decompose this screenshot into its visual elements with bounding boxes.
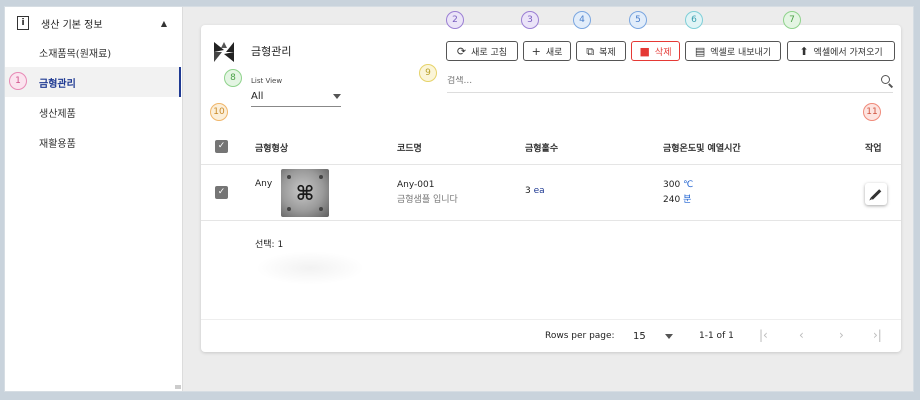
new-button-label: 새로 — [545, 47, 563, 58]
sidebar-section-header[interactable]: i 생산 기본 정보 ▲ — [17, 13, 167, 33]
sidebar: i 생산 기본 정보 ▲ 소재품목(원재료) 금형관리 생산제품 재활용품 — [5, 7, 183, 391]
pagination-range: 1-1 of 1 — [699, 331, 734, 341]
search-input[interactable] — [447, 75, 847, 86]
column-header-shape[interactable]: 금형형상 — [255, 141, 288, 154]
new-button[interactable]: + 새로 — [523, 41, 571, 61]
upload-icon: ⬆ — [799, 44, 809, 58]
row-holes: 3 ea — [525, 186, 545, 196]
annotation-badge-10: 10 — [210, 103, 228, 121]
search-bar — [447, 69, 893, 93]
sidebar-scrollbar[interactable] — [175, 385, 181, 389]
sidebar-section-title: 생산 기본 정보 — [41, 19, 103, 31]
selection-shadow — [255, 251, 365, 285]
column-header-code[interactable]: 코드명 — [397, 141, 422, 154]
sidebar-item-molds[interactable]: 금형관리 — [5, 67, 181, 97]
annotation-badge-7: 7 — [783, 11, 801, 29]
column-header-temperature[interactable]: 금형온도및 예열시간 — [663, 141, 741, 154]
row-description: 금형샘플 입니다 — [397, 195, 458, 205]
select-all-checkbox[interactable]: ✓ — [215, 140, 228, 153]
pencil-icon — [870, 188, 882, 200]
annotation-badge-4: 4 — [573, 11, 591, 29]
selection-count: 선택: 1 — [255, 240, 284, 250]
column-header-holes[interactable]: 금형홀수 — [525, 141, 558, 154]
dropdown-arrow-icon — [665, 333, 673, 339]
previous-page-icon[interactable]: ‹ — [799, 329, 804, 341]
row-temperature: 300 ℃ — [663, 180, 693, 190]
page-title: 금형관리 — [251, 45, 292, 58]
refresh-icon: ⟳ — [456, 44, 467, 58]
excel-file-icon: ▤ — [694, 44, 706, 58]
row-preheat: 240 분 — [663, 192, 691, 205]
copy-button[interactable]: ⧉ 복제 — [576, 41, 626, 61]
edit-button[interactable] — [865, 183, 887, 205]
export-excel-button[interactable]: ▤ 엑셀로 내보내기 — [685, 41, 781, 61]
info-icon: i — [17, 16, 29, 30]
copy-icon: ⧉ — [586, 44, 595, 58]
row-code: Any-001 — [397, 180, 435, 190]
refresh-button[interactable]: ⟳ 새로 고침 — [446, 41, 518, 61]
pagination: Rows per page: 15 1-1 of 1 |‹ ‹ › ›| — [201, 319, 901, 352]
annotation-badge-1: 1 — [9, 72, 27, 90]
copy-button-label: 복제 — [599, 47, 616, 58]
annotation-badge-6: 6 — [685, 11, 703, 29]
delete-button-label: 삭제 — [654, 47, 672, 58]
first-page-icon[interactable]: |‹ — [759, 329, 768, 341]
temperature-unit: ℃ — [683, 180, 694, 190]
row-shape-text: Any — [255, 179, 273, 189]
next-page-icon[interactable]: › — [839, 329, 844, 341]
annotation-badge-8: 8 — [224, 69, 242, 87]
temperature-value: 300 — [663, 180, 681, 190]
table-header: ✓ 금형형상 코드명 금형홀수 금형온도및 예열시간 작업 — [201, 129, 901, 165]
search-icon[interactable] — [881, 74, 893, 87]
plus-icon: + — [531, 44, 541, 58]
refresh-button-label: 새로 고침 — [471, 47, 508, 58]
dropdown-arrow-icon — [333, 94, 341, 99]
app-logo-icon — [214, 42, 234, 62]
caret-up-icon[interactable]: ▲ — [161, 19, 167, 28]
mold-image: ⌘ — [281, 169, 329, 217]
list-view-label: List View — [251, 77, 283, 85]
annotation-badge-11: 11 — [863, 103, 881, 121]
list-view-value: All — [251, 91, 264, 102]
import-button-label: 엑셀에서 가져오기 — [813, 47, 883, 58]
holes-value: 3 — [525, 186, 531, 196]
holes-unit: ea — [533, 186, 545, 196]
column-header-actions: 작업 — [865, 144, 882, 154]
app-frame: i 생산 기본 정보 ▲ 소재품목(원재료) 금형관리 생산제품 재활용품 금형… — [4, 6, 914, 392]
rows-per-page-select[interactable]: 15 — [633, 328, 673, 344]
annotation-badge-3: 3 — [521, 11, 539, 29]
import-excel-button[interactable]: ⬆ 엑셀에서 가져오기 — [787, 41, 895, 61]
rows-per-page-label: Rows per page: — [545, 331, 615, 341]
sidebar-item-products[interactable]: 생산제품 — [5, 97, 181, 127]
trash-icon: ■ — [639, 44, 650, 58]
delete-button[interactable]: ■ 삭제 — [631, 41, 680, 61]
preheat-value: 240 — [663, 195, 681, 205]
row-checkbox[interactable]: ✓ — [215, 186, 228, 199]
last-page-icon[interactable]: ›| — [873, 329, 882, 341]
rows-per-page-value: 15 — [633, 330, 646, 342]
annotation-badge-5: 5 — [629, 11, 647, 29]
annotation-badge-9: 9 — [419, 64, 437, 82]
preheat-unit: 분 — [683, 195, 692, 205]
list-view-select[interactable]: All — [251, 87, 341, 107]
export-button-label: 엑셀로 내보내기 — [710, 47, 772, 58]
mold-management-card: 금형관리 ⟳ 새로 고침 + 새로 ⧉ 복제 ■ 삭제 ▤ 엑셀로 내보내기 ⬆… — [201, 25, 901, 352]
table-row[interactable]: ✓ Any ⌘ Any-001 금형샘플 입니다 3 ea 300 ℃ 240 … — [201, 165, 901, 221]
sidebar-item-recycled[interactable]: 재활용품 — [5, 127, 181, 157]
sidebar-item-materials[interactable]: 소재품목(원재료) — [5, 37, 181, 67]
annotation-badge-2: 2 — [446, 11, 464, 29]
